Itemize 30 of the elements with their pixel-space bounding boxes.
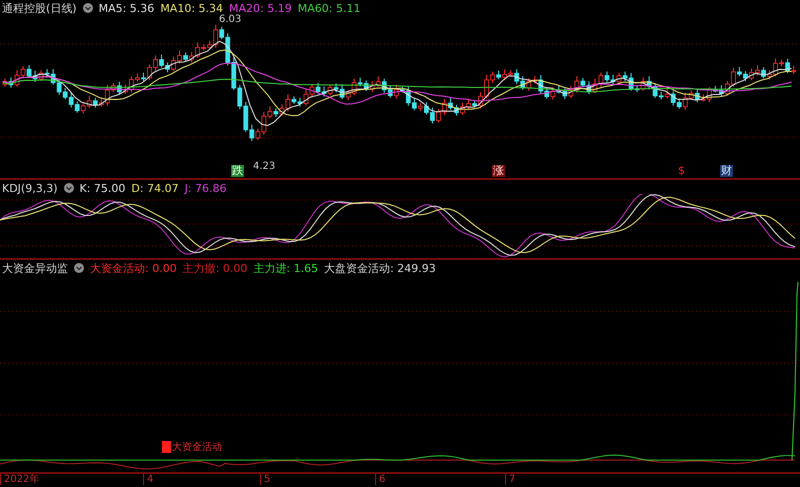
dropdown-icon[interactable] <box>82 3 93 13</box>
time-axis-label: 6 <box>375 474 386 485</box>
indicator-value: 大盘资金活动: 249.93 <box>324 260 436 276</box>
fund-activity-marker <box>162 441 171 453</box>
signal-label: $ <box>677 165 686 177</box>
indicator-value: MA20: 5.19 <box>229 2 292 14</box>
signal-label: 涨 <box>492 165 505 177</box>
time-axis-label: 4 <box>143 474 154 485</box>
indicator-value: MA60: 5.11 <box>298 2 360 14</box>
signal-label: 跌 <box>231 165 244 177</box>
indicator-value: 主力撤: 0.00 <box>182 260 248 276</box>
indicator-value: MA5: 5.36 <box>98 2 154 14</box>
indicator-value: 主力进: 1.65 <box>253 260 318 276</box>
marker-label: 大资金活动 <box>172 440 222 454</box>
panel-title: 通程控股(日线) <box>2 0 77 16</box>
dropdown-icon[interactable] <box>74 263 84 273</box>
low-price-label: 4.23 <box>253 161 276 172</box>
time-axis-label: 7 <box>505 474 516 485</box>
indicator-value: K: 75.00 <box>80 182 126 194</box>
high-price-label: 6.03 <box>219 14 242 25</box>
time-axis-label: 5 <box>260 474 270 485</box>
indicator-value: D: 74.07 <box>131 182 179 194</box>
indicator-value: J: 76.86 <box>184 182 227 194</box>
panel-title: KDJ(9,3,3) <box>2 182 58 194</box>
indicator-value: 大资金活动: 0.00 <box>90 260 177 276</box>
time-axis-label: 2022年 <box>0 474 40 485</box>
signal-label: 财 <box>720 165 733 177</box>
dropdown-icon[interactable] <box>64 183 74 193</box>
panel-title: 大资金异动监 <box>2 260 68 276</box>
indicator-value: MA10: 5.34 <box>160 2 224 14</box>
